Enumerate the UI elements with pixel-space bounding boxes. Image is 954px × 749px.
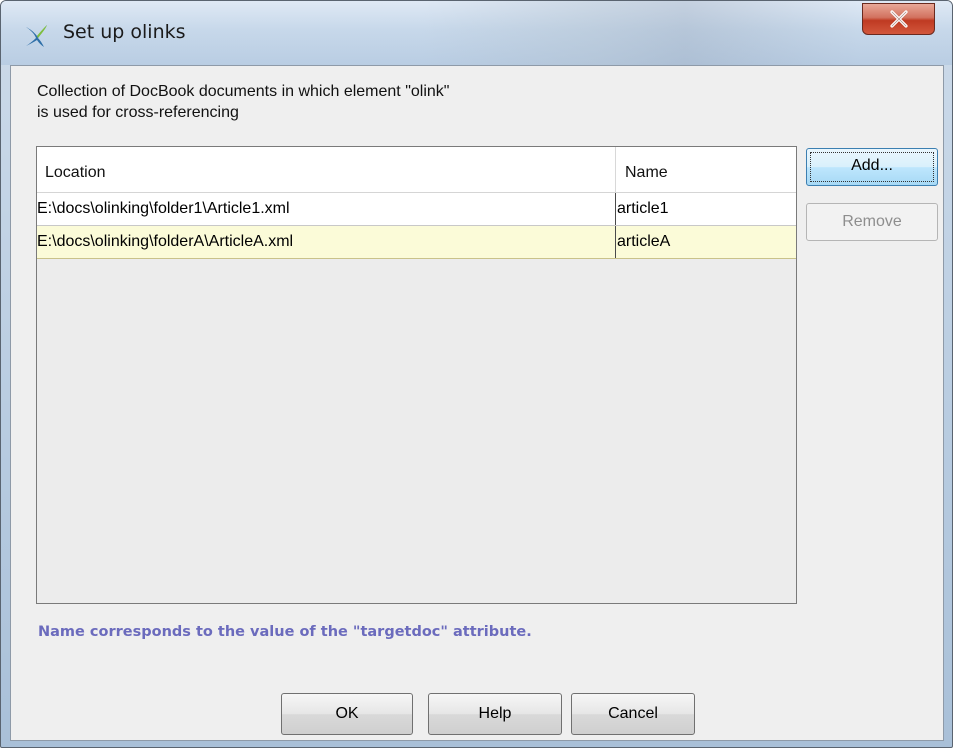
focus-ring [810,152,934,182]
column-header-location[interactable]: Location [45,147,106,192]
column-divider[interactable] [615,147,616,192]
ok-button[interactable]: OK [281,693,413,735]
title-bar-glow [421,1,861,65]
name-cell[interactable]: article1 [617,193,669,225]
cancel-button[interactable]: Cancel [571,693,695,735]
help-button[interactable]: Help [428,693,562,735]
remove-button-label: Remove [842,213,902,230]
help-button-label: Help [478,705,512,722]
remove-button[interactable]: Remove [806,203,938,241]
close-button[interactable] [862,3,935,35]
window-title: Set up olinks [63,21,186,43]
cancel-button-label: Cancel [608,705,658,722]
targetdoc-note: Name corresponds to the value of the "ta… [38,624,532,640]
ok-button-label: OK [335,705,359,722]
name-cell[interactable]: articleA [617,226,670,258]
title-bar[interactable]: Set up olinks [1,1,952,65]
oxygen-app-icon [23,23,49,49]
dialog-window: Set up olinks Collection of DocBook docu… [0,0,953,748]
cell-divider [615,226,616,258]
table-row[interactable]: E:\docs\olinking\folder1\Article1.xml ar… [37,193,796,226]
dialog-content: Collection of DocBook documents in which… [10,65,944,741]
table-header: Location Name [37,147,796,193]
location-cell[interactable]: E:\docs\olinking\folderA\ArticleA.xml [37,226,293,258]
description-text: Collection of DocBook documents in which… [37,83,450,121]
location-cell[interactable]: E:\docs\olinking\folder1\Article1.xml [37,193,290,225]
olinks-table[interactable]: Location Name E:\docs\olinking\folder1\A… [36,146,797,604]
table-row-selected[interactable]: E:\docs\olinking\folderA\ArticleA.xml ar… [37,226,796,259]
cell-divider [615,193,616,225]
column-header-name[interactable]: Name [625,147,668,192]
add-button[interactable]: Add... [806,148,938,186]
